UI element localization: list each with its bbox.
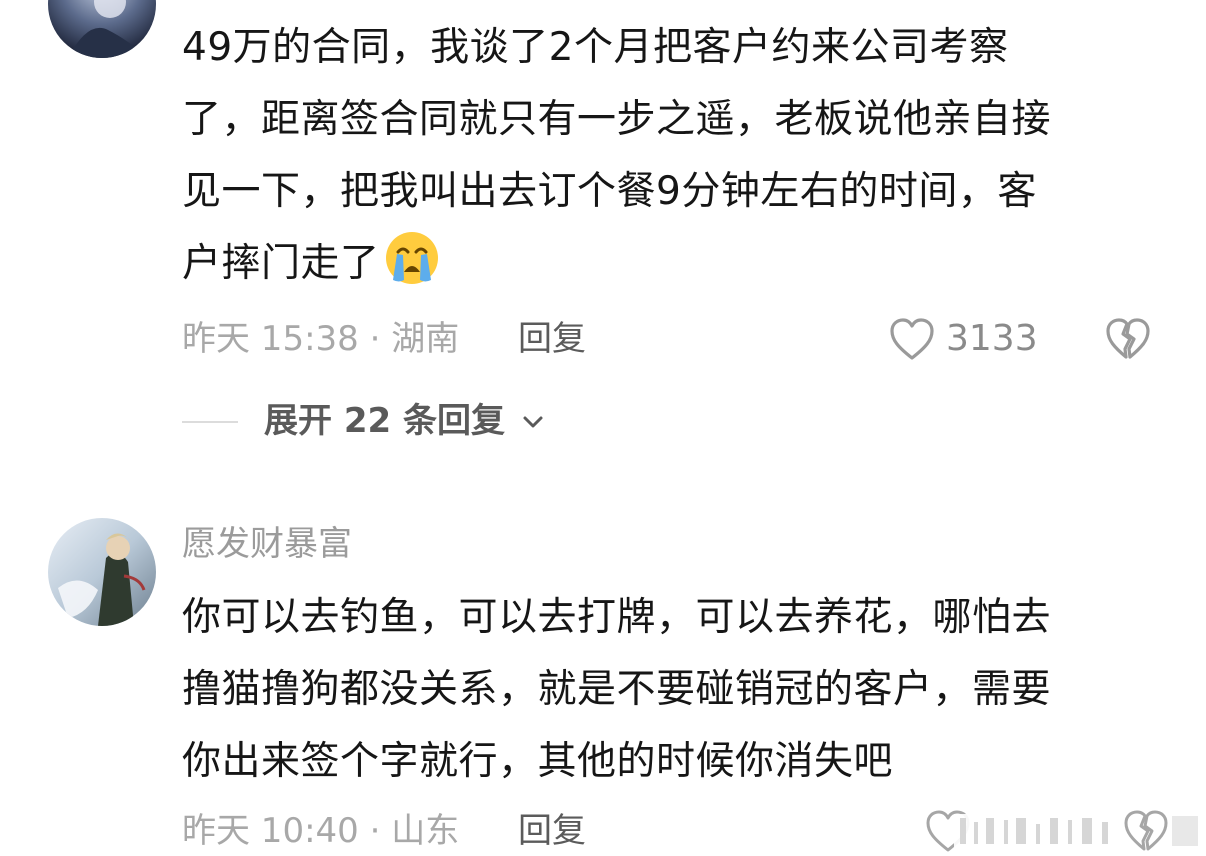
comment-line: 了，距离签合同就只有一步之遥，老板说他亲自接 [182, 97, 1052, 142]
broken-heart-icon[interactable] [1104, 316, 1152, 362]
comment-line: 撸猫撸狗都没关系，就是不要碰销冠的客户，需要 [182, 667, 1052, 712]
avatar[interactable] [48, 0, 156, 58]
comment-line-last: 户摔门走了 [182, 228, 1172, 300]
time-location: 昨天 15:38 · 湖南 [182, 319, 460, 359]
comment-line-text: 户摔门走了 [182, 241, 380, 286]
avatar[interactable] [48, 518, 156, 626]
divider [182, 421, 238, 423]
chevron-down-icon [523, 416, 543, 428]
heart-icon [890, 318, 934, 360]
comment-meta: 昨天 15:38 · 湖南 回复 3133 [182, 314, 1172, 364]
like-count: 3133 [946, 318, 1038, 359]
comment-line: 见一下，把我叫出去订个餐9分钟左右的时间，客 [182, 169, 1037, 214]
comment-text: 你可以去钓鱼，可以去打牌，可以去养花，哪怕去 撸猫撸狗都没关系，就是不要碰销冠的… [182, 582, 1172, 798]
loudly-crying-face-icon [385, 232, 438, 284]
expand-replies-label: 展开 22 条回复 [264, 401, 505, 441]
time-location: 昨天 10:40 · 山东 [182, 811, 460, 851]
comment-line: 你可以去钓鱼，可以去打牌，可以去养花，哪怕去 [182, 595, 1052, 640]
reply-button[interactable]: 回复 [518, 806, 586, 856]
reply-button[interactable]: 回复 [518, 314, 586, 364]
username[interactable]: 愿发财暴富 [182, 522, 352, 566]
comment-line: 49万的合同，我谈了2个月把客户约来公司考察 [182, 25, 1009, 70]
comment-text: 49万的合同，我谈了2个月把客户约来公司考察 了，距离签合同就只有一步之遥，老板… [182, 12, 1172, 300]
comment-line: 你出来签个字就行，其他的时候你消失吧 [182, 739, 894, 784]
watermark [926, 810, 1198, 852]
